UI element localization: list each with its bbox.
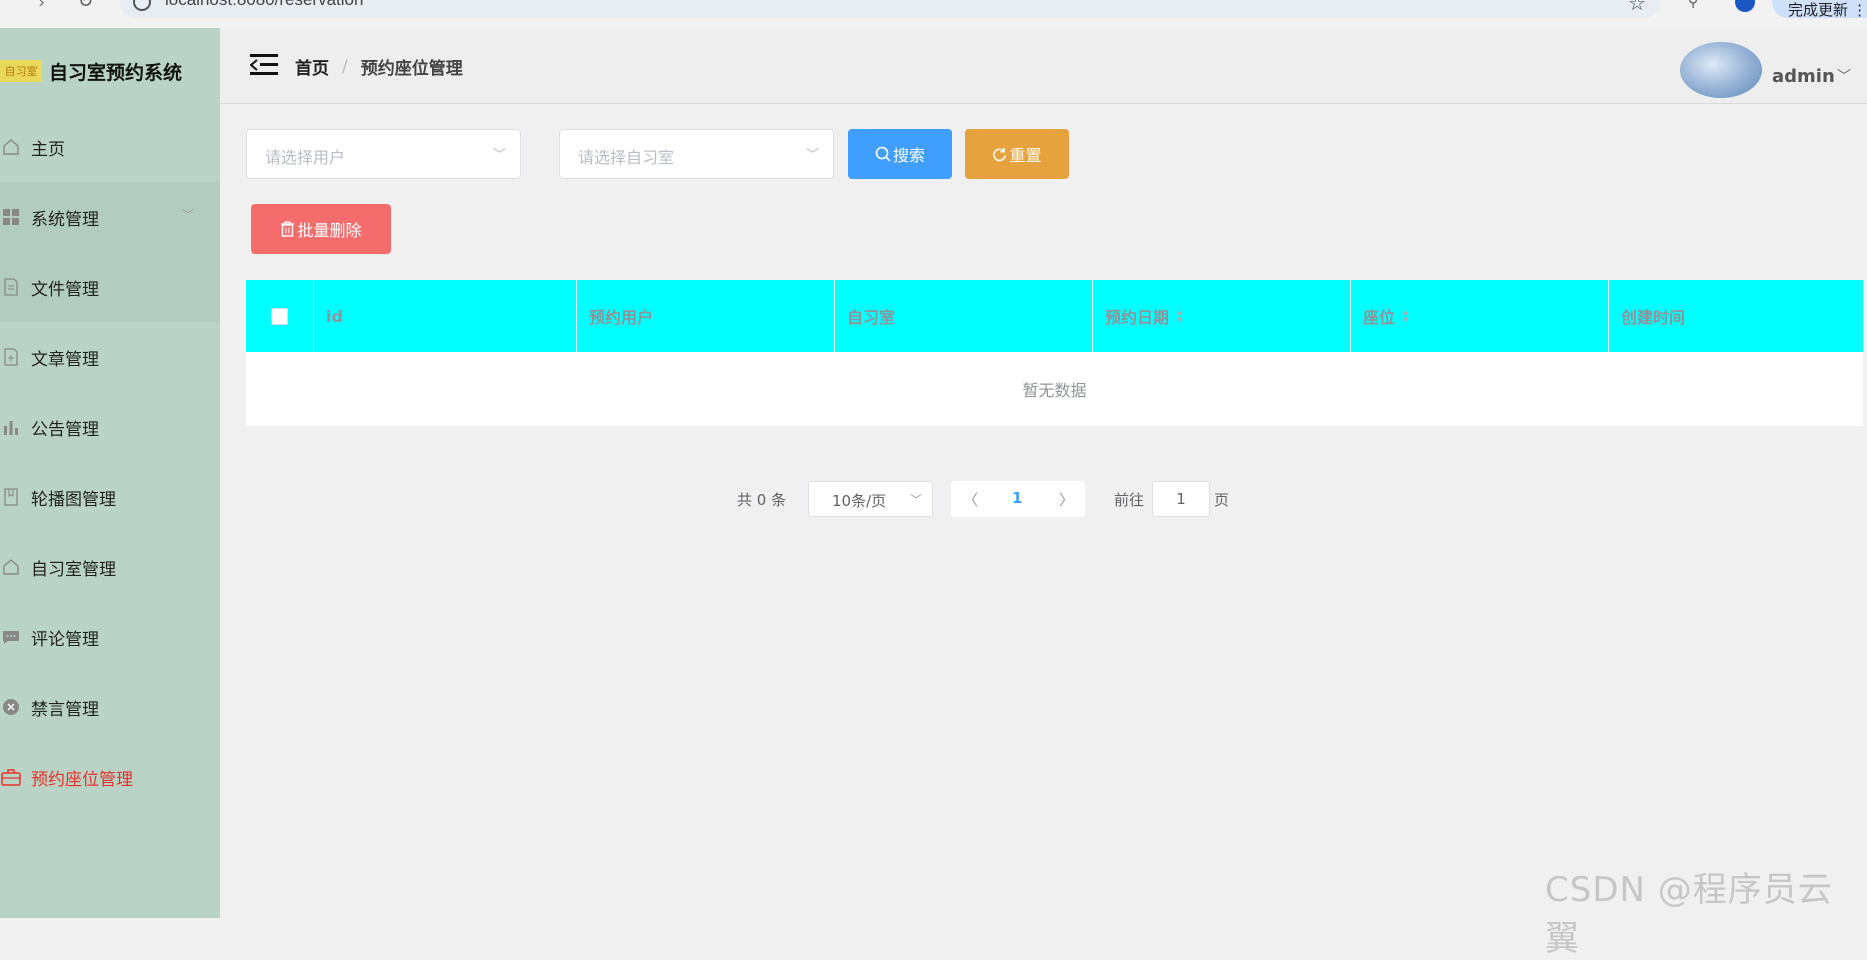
table-empty-text: 暂无数据	[1022, 381, 1087, 400]
table-header: id 预约用户 自习室 预约日期 ▲ ▼ 座位 ▲ ▼ 创建时间	[246, 280, 1863, 352]
profile-icon[interactable]	[1735, 0, 1755, 12]
refresh-icon	[993, 147, 1007, 161]
sidebar-item-home[interactable]: 主页	[0, 112, 220, 182]
sidebar-item-label: 自习室管理	[31, 559, 116, 580]
column-header-id: id	[314, 280, 577, 352]
pager: 〈 1 〉	[951, 481, 1085, 517]
home-icon	[1, 137, 21, 157]
watermark: CSDN @程序员云翼	[1545, 870, 1833, 959]
chevron-down-icon[interactable]: ﹀	[182, 206, 194, 223]
browser-toolbar: › ↻ localhost:8080/reservation ☆ ⚲ 完成更新 …	[0, 0, 1867, 28]
chevron-down-icon: ﹀	[909, 493, 922, 507]
page-size-select[interactable]: 10条/页 ﹀	[808, 481, 933, 517]
reset-button[interactable]: 重置	[965, 129, 1069, 179]
user-select[interactable]: 请选择用户 ﹀	[246, 129, 521, 179]
sidebar-item-label: 系统管理	[31, 209, 99, 230]
column-label: 预约日期	[1105, 308, 1170, 327]
search-button-label: 搜索	[892, 146, 925, 165]
pagination: 共 0 条 10条/页 ﹀ 〈 1 〉 前往 1 页	[0, 480, 1867, 517]
room-select[interactable]: 请选择自习室 ﹀	[559, 129, 834, 179]
batch-delete-button[interactable]: 批量删除	[251, 204, 391, 254]
goto-label: 前往	[1114, 491, 1145, 509]
current-page-number[interactable]: 1	[1012, 489, 1022, 507]
avatar[interactable]	[1680, 42, 1762, 98]
search-icon	[875, 146, 891, 162]
forward-icon[interactable]: ›	[38, 0, 45, 13]
batch-delete-label: 批量删除	[297, 221, 362, 240]
search-button[interactable]: 搜索	[848, 129, 952, 179]
column-header-seat[interactable]: 座位 ▲ ▼	[1351, 280, 1609, 352]
prev-page-icon[interactable]: 〈	[963, 489, 978, 510]
column-label: id	[326, 306, 343, 326]
document-icon	[1, 277, 21, 297]
page-size-value: 10条/页	[832, 492, 887, 510]
url-text[interactable]: localhost:8080/reservation	[165, 0, 363, 10]
breadcrumb-current: 预约座位管理	[360, 59, 463, 79]
sort-icon[interactable]: ▲ ▼	[1403, 308, 1408, 324]
house-icon	[1, 557, 21, 577]
update-button[interactable]: 完成更新 ⋮	[1772, 0, 1867, 19]
sidebar-item-system[interactable]: 系统管理 ﹀	[0, 182, 220, 252]
chevron-down-icon[interactable]: ﹀	[1837, 66, 1851, 86]
sidebar-item-mute[interactable]: 禁言管理	[0, 672, 220, 742]
top-header: 首页 / 预约座位管理 admin ﹀	[220, 28, 1867, 104]
circle-close-icon	[1, 697, 21, 717]
sidebar-item-rooms[interactable]: 自习室管理	[0, 532, 220, 602]
user-select-placeholder: 请选择用户	[265, 148, 346, 167]
column-label: 自习室	[847, 308, 896, 327]
goto-page-input[interactable]: 1	[1152, 481, 1210, 517]
breadcrumb-separator: /	[342, 56, 348, 77]
column-header-room: 自习室	[835, 280, 1093, 352]
pagination-total: 共 0 条	[737, 491, 787, 509]
column-header-date[interactable]: 预约日期 ▲ ▼	[1093, 280, 1351, 352]
sidebar-item-label: 评论管理	[31, 629, 99, 650]
document-add-icon	[1, 347, 21, 367]
trash-icon	[281, 221, 295, 237]
user-name[interactable]: admin	[1772, 66, 1835, 87]
sidebar-item-comments[interactable]: 评论管理	[0, 602, 220, 672]
sidebar-item-label: 文章管理	[31, 349, 99, 370]
sidebar-item-label: 公告管理	[31, 419, 99, 440]
next-page-icon[interactable]: 〉	[1059, 489, 1074, 510]
sort-icon[interactable]: ▲ ▼	[1177, 308, 1182, 324]
select-all-checkbox[interactable]	[271, 307, 288, 325]
reload-icon[interactable]: ↻	[78, 0, 93, 12]
chat-icon	[1, 627, 21, 647]
column-header-user: 预约用户	[577, 280, 835, 352]
sidebar-item-label: 文件管理	[31, 279, 99, 300]
grid-icon	[1, 207, 21, 227]
extensions-icon[interactable]: ⚲	[1688, 0, 1698, 10]
breadcrumb-home[interactable]: 首页	[295, 54, 329, 79]
sidebar-item-label: 主页	[31, 139, 65, 160]
column-label: 座位	[1363, 308, 1396, 327]
sidebar-item-label: 禁言管理	[31, 699, 99, 720]
sidebar-menu: 主页 系统管理 ﹀ 文件管理 文章管理 公告管理 轮播图管理 自习室管理 评论管…	[0, 112, 220, 812]
column-label: 预约用户	[589, 308, 654, 327]
sidebar-item-notices[interactable]: 公告管理	[0, 392, 220, 462]
chevron-down-icon: ﹀	[492, 148, 506, 163]
bar-chart-icon	[1, 417, 21, 437]
brand: 自习室 自习室预约系统	[0, 54, 182, 88]
sidebar-item-articles[interactable]: 文章管理	[0, 322, 220, 392]
chevron-down-icon: ﹀	[805, 148, 819, 163]
sidebar-item-files[interactable]: 文件管理	[0, 252, 220, 322]
breadcrumb: 首页 / 预约座位管理	[295, 54, 463, 80]
column-label: 创建时间	[1621, 308, 1686, 327]
sidebar-item-label: 预约座位管理	[31, 769, 133, 790]
menu-toggle-icon[interactable]	[250, 54, 278, 76]
column-header-created: 创建时间	[1609, 280, 1863, 352]
briefcase-icon	[1, 767, 21, 787]
brand-title: 自习室预约系统	[49, 61, 183, 84]
room-select-placeholder: 请选择自习室	[578, 148, 675, 167]
page-unit-label: 页	[1214, 491, 1230, 509]
reservation-table: id 预约用户 自习室 预约日期 ▲ ▼ 座位 ▲ ▼ 创建时间 暂无数据	[246, 280, 1863, 426]
sidebar-item-reservations[interactable]: 预约座位管理	[0, 742, 220, 812]
brand-logo: 自习室	[0, 60, 42, 82]
sidebar: 自习室 自习室预约系统 主页 系统管理 ﹀ 文件管理 文章管理 公告管理 轮播图…	[0, 28, 220, 918]
bookmark-star-icon[interactable]: ☆	[1628, 0, 1646, 15]
select-all-cell	[246, 280, 314, 352]
reset-button-label: 重置	[1009, 146, 1042, 165]
